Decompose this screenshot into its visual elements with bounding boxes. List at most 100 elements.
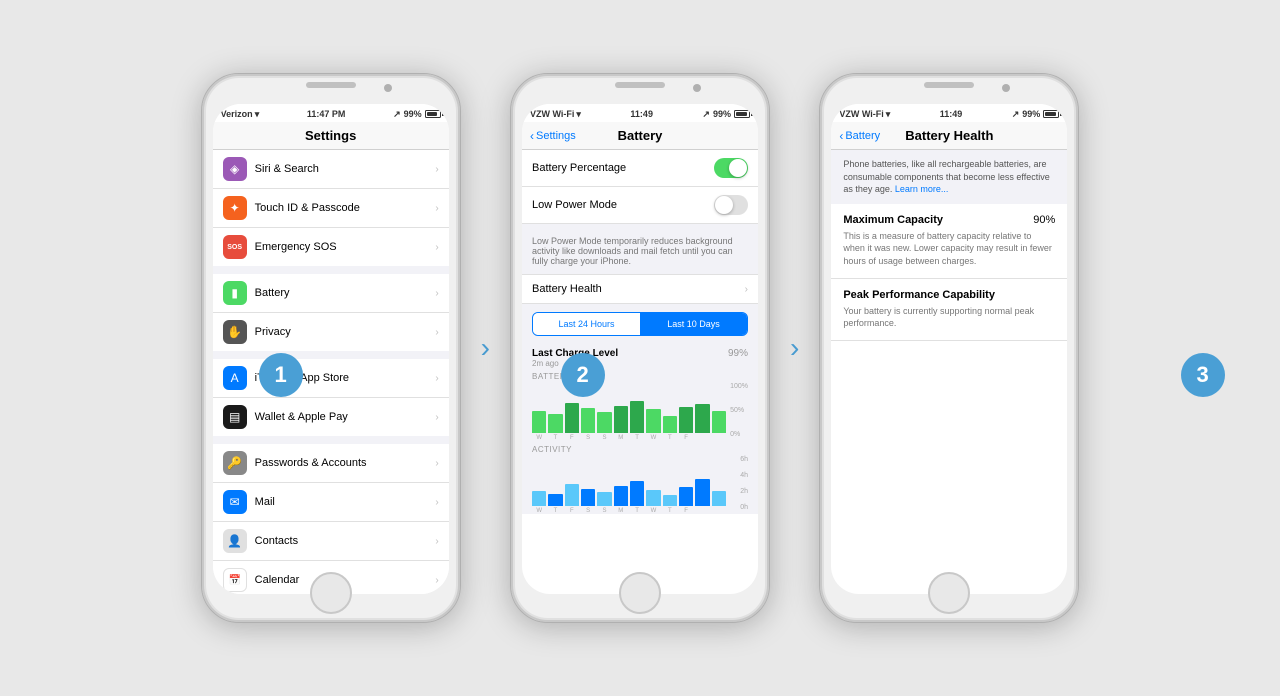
toggle-row-lowpower[interactable]: Low Power Mode xyxy=(522,187,758,224)
battery-icon-3 xyxy=(1043,110,1059,118)
y-axis-labels: 100% 50% 0% xyxy=(730,383,748,438)
status-bar-2: VZW Wi-Fi ▾ 11:49 ↗ 99% xyxy=(522,104,758,122)
siri-icon: ◈ xyxy=(223,157,247,181)
battery-fill-2 xyxy=(736,112,747,116)
day-sep xyxy=(695,435,709,441)
scene: 1 Verizon ▾ 11:47 PM ↗ 99% xyxy=(201,73,1080,623)
settings-list-1[interactable]: ◈ Siri & Search › ✦ Touch ID & Passcode … xyxy=(213,150,449,594)
act-bar-12 xyxy=(712,491,726,506)
capacity-header: Maximum Capacity 90% xyxy=(843,214,1055,226)
low-power-toggle[interactable] xyxy=(714,195,748,215)
touchid-label: Touch ID & Passcode xyxy=(255,202,436,214)
nav-title-1: Settings xyxy=(305,128,356,143)
battery-chevron: › xyxy=(435,288,438,299)
time-3: 11:49 xyxy=(940,109,963,119)
phone-screen-1: Verizon ▾ 11:47 PM ↗ 99% Settings xyxy=(213,104,449,594)
home-button-3[interactable] xyxy=(928,572,970,614)
privacy-icon: ✋ xyxy=(223,320,247,344)
health-section: Maximum Capacity 90% This is a measure o… xyxy=(831,204,1067,341)
home-button-2[interactable] xyxy=(619,572,661,614)
status-right-2: ↗ 99% xyxy=(702,109,750,120)
chart-section: Last Charge Level 2m ago 99% BATTERY USA… xyxy=(522,344,758,514)
toggle-knob-1 xyxy=(729,159,747,177)
phone-top-2 xyxy=(511,82,769,88)
day-M1: M xyxy=(614,435,628,441)
settings-row-touchid[interactable]: ✦ Touch ID & Passcode › xyxy=(213,189,449,228)
wallet-icon: ▤ xyxy=(223,405,247,429)
battery-settings-icon: ▮ xyxy=(223,281,247,305)
segment-control[interactable]: Last 24 Hours Last 10 Days xyxy=(532,312,748,336)
bar-12 xyxy=(712,411,726,433)
wifi-icon-2: ▾ xyxy=(576,109,581,120)
nav-back-3[interactable]: ‹ Battery xyxy=(839,129,880,143)
segment-10d[interactable]: Last 10 Days xyxy=(640,313,747,335)
speaker-2 xyxy=(615,82,665,88)
location-icon-3: ↗ xyxy=(1012,109,1020,120)
toggle-row-percentage[interactable]: Battery Percentage xyxy=(522,150,758,187)
appstore-chevron: › xyxy=(435,373,438,384)
battery-percentage-toggle[interactable] xyxy=(714,158,748,178)
battery-health-label: Battery Health xyxy=(532,283,745,295)
act-6h: 6h xyxy=(740,456,748,463)
nav-back-2[interactable]: ‹ Settings xyxy=(530,129,576,143)
speaker-1 xyxy=(306,82,356,88)
low-power-label: Low Power Mode xyxy=(532,199,714,211)
battery-health-row[interactable]: Battery Health › xyxy=(522,274,758,304)
act-bar-1 xyxy=(532,491,546,506)
nav-bar-1: Settings xyxy=(213,122,449,150)
segment-24h-label: Last 24 Hours xyxy=(558,319,614,329)
settings-row-wallet[interactable]: ▤ Wallet & Apple Pay › xyxy=(213,398,449,436)
activity-y-labels: 6h 4h 2h 0h xyxy=(740,456,748,511)
carrier-3: VZW Wi-Fi xyxy=(839,109,883,119)
peak-title: Peak Performance Capability xyxy=(843,289,995,301)
time-2: 11:49 xyxy=(630,109,653,119)
status-bar-3: VZW Wi-Fi ▾ 11:49 ↗ 99% xyxy=(831,104,1067,122)
home-button-1[interactable] xyxy=(310,572,352,614)
settings-row-battery[interactable]: ▮ Battery › xyxy=(213,274,449,313)
act-bar-7 xyxy=(630,481,644,506)
settings-row-contacts[interactable]: 👤 Contacts › xyxy=(213,522,449,561)
act-bar-10 xyxy=(679,487,693,506)
day-labels: W T F S S M T W T F xyxy=(532,435,748,441)
time-1: 11:47 PM xyxy=(307,109,346,119)
charge-level-percent: 99% xyxy=(728,348,748,359)
mail-chevron: › xyxy=(435,497,438,508)
status-bar-1: Verizon ▾ 11:47 PM ↗ 99% xyxy=(213,104,449,122)
step-3-label: 3 xyxy=(1197,362,1209,388)
settings-row-siri[interactable]: ◈ Siri & Search › xyxy=(213,150,449,189)
sos-label: Emergency SOS xyxy=(255,241,436,253)
arrow-2: › xyxy=(790,332,799,364)
mail-label: Mail xyxy=(255,496,436,508)
siri-label: Siri & Search xyxy=(255,163,436,175)
bar-1 xyxy=(532,411,546,434)
settings-row-mail[interactable]: ✉ Mail › xyxy=(213,483,449,522)
toggle-section: Battery Percentage Low Power Mode xyxy=(522,150,758,224)
location-icon-2: ↗ xyxy=(702,109,710,120)
segment-24h[interactable]: Last 24 Hours xyxy=(533,313,640,335)
settings-row-passwords[interactable]: 🔑 Passwords & Accounts › xyxy=(213,444,449,483)
wifi-icon-3: ▾ xyxy=(886,109,891,120)
settings-group-3: A iTunes & App Store › ▤ Wallet & Apple … xyxy=(213,359,449,436)
learn-more-link[interactable]: Learn more... xyxy=(895,184,949,194)
health-screen: Phone batteries, like all rechargeable b… xyxy=(831,150,1067,341)
bar-11 xyxy=(695,404,709,433)
health-description: Phone batteries, like all rechargeable b… xyxy=(831,150,1067,204)
battery-icon-2 xyxy=(734,110,750,118)
phone-3: VZW Wi-Fi ▾ 11:49 ↗ 99% ‹ xyxy=(819,73,1079,623)
settings-row-appstore[interactable]: A iTunes & App Store › xyxy=(213,359,449,398)
settings-row-sos[interactable]: SOS Emergency SOS › xyxy=(213,228,449,266)
back-chevron-3: ‹ xyxy=(839,129,843,143)
battery-health-chevron: › xyxy=(745,284,748,295)
bar-2 xyxy=(548,414,562,433)
capacity-value: 90% xyxy=(1033,214,1055,226)
day-S2: S xyxy=(597,435,611,441)
act-bar-9 xyxy=(663,495,677,506)
day-F2: F xyxy=(679,435,693,441)
y-label-100: 100% xyxy=(730,383,748,390)
bar-3 xyxy=(565,403,579,433)
y-label-50: 50% xyxy=(730,407,748,414)
battery-pct-3: 99% xyxy=(1022,109,1040,119)
settings-row-privacy[interactable]: ✋ Privacy › xyxy=(213,313,449,351)
contacts-chevron: › xyxy=(435,536,438,547)
wifi-icon-1: ▾ xyxy=(255,109,260,120)
